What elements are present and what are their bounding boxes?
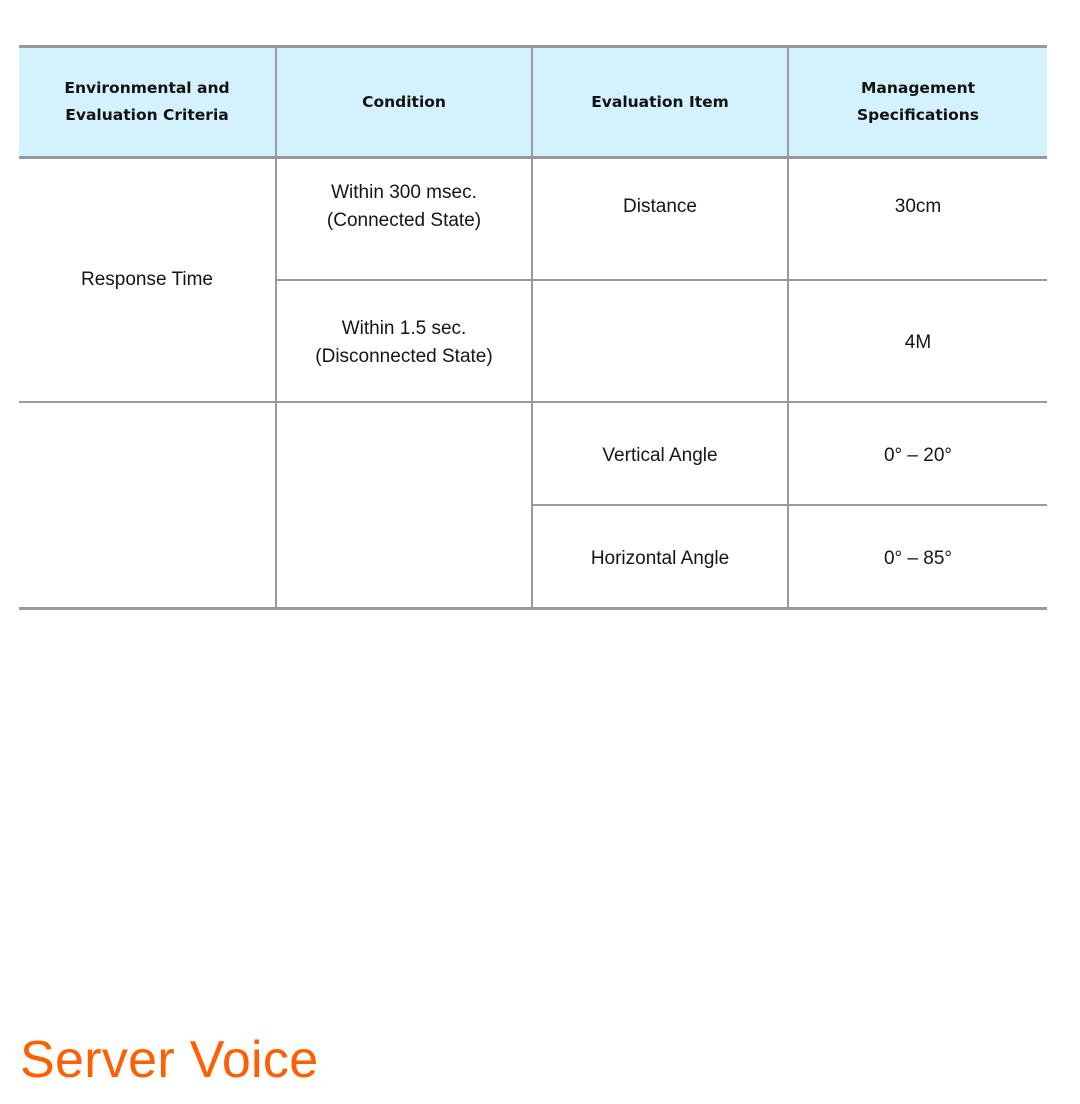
cell-criteria-response-time: Response Time — [19, 156, 277, 403]
evaluation-item-text: Horizontal Angle — [590, 547, 730, 569]
evaluation-item-text: Distance — [623, 196, 697, 217]
cell-condition-empty — [275, 401, 533, 610]
condition-line-2: (Connected State) — [326, 210, 482, 231]
header-management-specifications: Management Specifications — [787, 45, 1047, 159]
cell-specification-horizontal-range: 0° – 85° — [787, 504, 1047, 610]
cell-evaluation-item-horizontal-angle: Horizontal Angle — [531, 504, 789, 610]
cell-condition-connected: Within 300 msec. (Connected State) — [275, 156, 533, 281]
header-criteria-line-2: Evaluation Criteria — [65, 106, 229, 124]
condition-line-1: Within 1.5 sec. — [341, 318, 467, 339]
section-heading: Server Voice — [20, 1031, 319, 1089]
cell-evaluation-item-vertical-angle: Vertical Angle — [531, 401, 789, 506]
header-condition: Condition — [275, 45, 533, 159]
table-row: Vertical Angle 0° – 20° — [19, 401, 1047, 610]
header-evaluation-item: Evaluation Item — [531, 45, 789, 159]
header-criteria-line-1: Environmental and — [64, 79, 230, 97]
specification-text: 0° – 20° — [883, 444, 953, 466]
header-evaluation-item-label: Evaluation Item — [591, 92, 729, 111]
header-criteria: Environmental and Evaluation Criteria — [19, 45, 277, 159]
cell-evaluation-item-empty — [531, 279, 789, 403]
header-management-line-1: Management — [860, 79, 976, 97]
specification-text: 4M — [904, 332, 932, 353]
cell-specification-vertical-range: 0° – 20° — [787, 401, 1047, 506]
voice-spec-table: Environmental and Evaluation Criteria Co… — [19, 45, 1047, 610]
cell-condition-disconnected: Within 1.5 sec. (Disconnected State) — [275, 279, 533, 403]
condition-line-1: Within 300 msec. — [331, 182, 477, 203]
evaluation-item-text: Vertical Angle — [602, 444, 718, 466]
table-header-row: Environmental and Evaluation Criteria Co… — [19, 45, 1047, 159]
cell-specification-30cm: 30cm — [787, 156, 1047, 281]
condition-line-2: (Disconnected State) — [315, 346, 493, 367]
table-row: Response Time Within 300 msec. (Connecte… — [19, 156, 1047, 403]
cell-criteria-empty — [19, 401, 277, 610]
cell-specification-4m: 4M — [787, 279, 1047, 403]
criteria-text: Response Time — [80, 269, 213, 290]
cell-evaluation-item-distance: Distance — [531, 156, 789, 281]
header-condition-label: Condition — [362, 92, 446, 111]
header-management-line-2: Specifications — [856, 106, 980, 124]
specification-text: 0° – 85° — [883, 547, 953, 569]
specification-text: 30cm — [894, 196, 942, 217]
